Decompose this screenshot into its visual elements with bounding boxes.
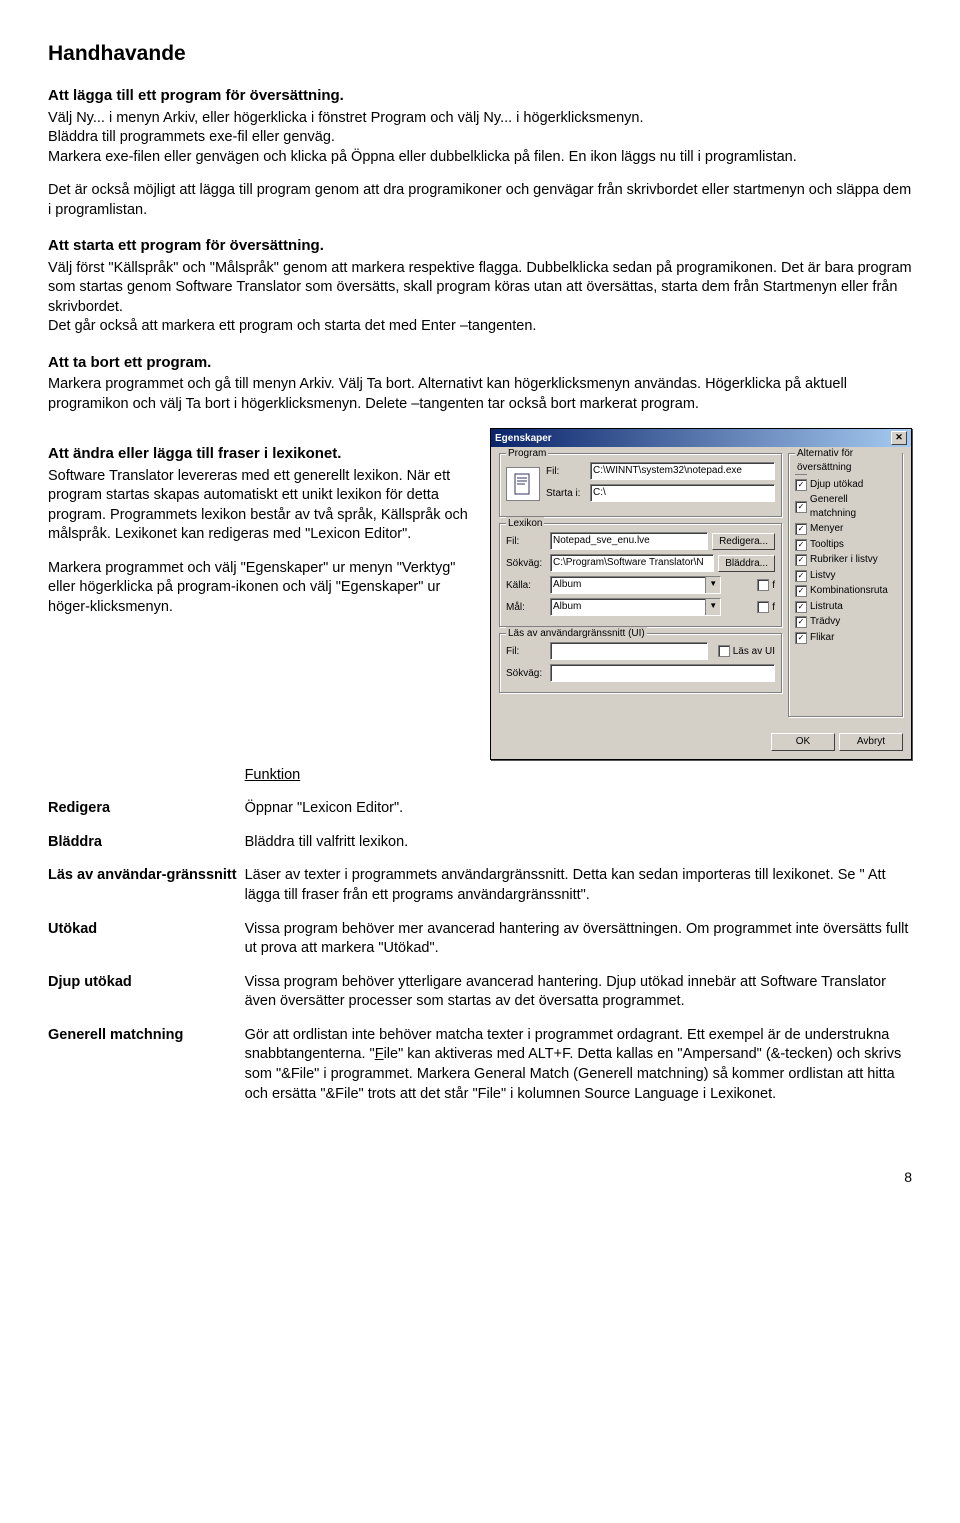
def-generell-label: Generell matchning bbox=[48, 1026, 245, 1118]
table-row: Bläddra Bläddra till valfritt lexikon. bbox=[48, 833, 912, 867]
page-title: Handhavande bbox=[48, 40, 912, 68]
section1-p1: Välj Ny... i menyn Arkiv, eller högerkli… bbox=[48, 109, 912, 168]
funktion-header: Funktion bbox=[245, 767, 301, 783]
table-row: Djup utökad Vissa program behöver ytterl… bbox=[48, 973, 912, 1026]
section3-p1: Markera programmet och gå till menyn Ark… bbox=[48, 375, 912, 414]
opt-flikar-checkbox[interactable]: ✓ bbox=[795, 632, 807, 644]
def-redigera-label: Redigera bbox=[48, 799, 245, 833]
opt-rubriker-label: Rubriker i listvy bbox=[810, 553, 878, 567]
opt-tradvy-label: Trädvy bbox=[810, 615, 840, 629]
opt-flikar-label: Flikar bbox=[810, 631, 834, 645]
def-utokad-label: Utökad bbox=[48, 920, 245, 973]
group-program-label: Program bbox=[506, 447, 548, 461]
ui-file-input[interactable] bbox=[550, 642, 708, 660]
opt-listvy-label: Listvy bbox=[810, 569, 836, 583]
label-ui-path: Sökväg: bbox=[506, 667, 550, 681]
def-redigera-value: Öppnar "Lexicon Editor". bbox=[245, 799, 912, 833]
opt-tooltips-label: Tooltips bbox=[810, 538, 844, 552]
opt-generell-label: Generell matchning bbox=[810, 493, 896, 520]
startin-input[interactable]: C:\ bbox=[590, 484, 775, 502]
section3-heading: Att ta bort ett program. bbox=[48, 353, 912, 373]
source-dropdown[interactable]: Album ▼ bbox=[550, 576, 721, 594]
readui-checkbox[interactable] bbox=[718, 645, 730, 657]
def-utokad-value: Vissa program behöver mer avancerad hant… bbox=[245, 920, 912, 973]
def-generell-value: Gör att ordlistan inte behöver matcha te… bbox=[245, 1026, 912, 1118]
group-lexikon-label: Lexikon bbox=[506, 517, 544, 531]
lex-file-input[interactable]: Notepad_sve_enu.lve bbox=[550, 532, 708, 550]
def-bladdra-label: Bläddra bbox=[48, 833, 245, 867]
section4-p2: Markera programmet och välj "Egenskaper"… bbox=[48, 559, 474, 618]
label-file: Fil: bbox=[546, 465, 590, 479]
label-lex-file: Fil: bbox=[506, 535, 550, 549]
browse-button[interactable]: Bläddra... bbox=[718, 555, 775, 573]
page-number: 8 bbox=[48, 1168, 912, 1187]
group-ui-label: Läs av användargränssnitt (UI) bbox=[506, 627, 647, 641]
cancel-button[interactable]: Avbryt bbox=[839, 733, 903, 751]
def-djup-value: Vissa program behöver ytterligare avance… bbox=[245, 973, 912, 1026]
section2-p1: Välj först "Källspråk" och "Målspråk" ge… bbox=[48, 259, 912, 337]
table-row: Generell matchning Gör att ordlistan int… bbox=[48, 1026, 912, 1118]
opt-generell-checkbox[interactable]: ✓ bbox=[795, 501, 807, 513]
label-ui-file: Fil: bbox=[506, 645, 550, 659]
opt-listruta-label: Listruta bbox=[810, 600, 843, 614]
group-options-label: Alternativ för översättning bbox=[795, 447, 902, 474]
opt-kombo-label: Kombinationsruta bbox=[810, 584, 888, 598]
def-djup-label: Djup utökad bbox=[48, 973, 245, 1026]
definitions-table: Funktion Redigera Öppnar "Lexicon Editor… bbox=[48, 766, 912, 1118]
opt-menyer-label: Menyer bbox=[810, 522, 843, 536]
section1-p2: Det är också möjligt att lägga till prog… bbox=[48, 181, 912, 220]
section4-p1: Software Translator levereras med ett ge… bbox=[48, 467, 474, 545]
target-dropdown[interactable]: Album ▼ bbox=[550, 598, 721, 616]
def-lasav-value: Läser av texter i programmets användargr… bbox=[245, 866, 912, 919]
label-target: Mål: bbox=[506, 601, 550, 615]
source-f-label: f bbox=[772, 579, 775, 593]
section2-heading: Att starta ett program för översättning. bbox=[48, 236, 912, 256]
edit-button[interactable]: Redigera... bbox=[712, 533, 775, 551]
chevron-down-icon[interactable]: ▼ bbox=[705, 599, 720, 615]
readui-label: Läs av UI bbox=[733, 645, 775, 659]
opt-menyer-checkbox[interactable]: ✓ bbox=[795, 523, 807, 535]
section4-heading: Att ändra eller lägga till fraser i lexi… bbox=[48, 444, 474, 464]
table-row: Redigera Öppnar "Lexicon Editor". bbox=[48, 799, 912, 833]
opt-kombo-checkbox[interactable]: ✓ bbox=[795, 585, 807, 597]
opt-djuputokad-label: Djup utökad bbox=[810, 478, 863, 492]
label-startin: Starta i: bbox=[546, 487, 590, 501]
opt-listvy-checkbox[interactable]: ✓ bbox=[795, 570, 807, 582]
opt-listruta-checkbox[interactable]: ✓ bbox=[795, 601, 807, 613]
opt-tooltips-checkbox[interactable]: ✓ bbox=[795, 539, 807, 551]
table-row: Läs av användar-gränssnitt Läser av text… bbox=[48, 866, 912, 919]
section1-heading: Att lägga till ett program för översättn… bbox=[48, 86, 912, 106]
target-f-label: f bbox=[772, 601, 775, 615]
properties-dialog: Egenskaper ✕ Program Fil: bbox=[490, 428, 912, 760]
ui-path-input[interactable] bbox=[550, 664, 775, 682]
label-lex-path: Sökväg: bbox=[506, 557, 550, 571]
def-lasav-label: Läs av användar-gränssnitt bbox=[48, 866, 245, 919]
lex-path-input[interactable]: C:\Program\Software Translator\N bbox=[550, 554, 714, 572]
file-input[interactable]: C:\WINNT\system32\notepad.exe bbox=[590, 462, 775, 480]
dialog-title-text: Egenskaper bbox=[495, 432, 552, 446]
def-bladdra-value: Bläddra till valfritt lexikon. bbox=[245, 833, 912, 867]
target-checkbox[interactable] bbox=[757, 601, 769, 613]
ok-button[interactable]: OK bbox=[771, 733, 835, 751]
opt-djuputokad-checkbox[interactable]: ✓ bbox=[795, 479, 807, 491]
label-source: Källa: bbox=[506, 579, 550, 593]
opt-rubriker-checkbox[interactable]: ✓ bbox=[795, 554, 807, 566]
chevron-down-icon[interactable]: ▼ bbox=[705, 577, 720, 593]
table-row: Utökad Vissa program behöver mer avancer… bbox=[48, 920, 912, 973]
opt-tradvy-checkbox[interactable]: ✓ bbox=[795, 616, 807, 628]
close-icon[interactable]: ✕ bbox=[891, 431, 907, 445]
source-checkbox[interactable] bbox=[757, 579, 769, 591]
program-icon bbox=[506, 467, 540, 501]
